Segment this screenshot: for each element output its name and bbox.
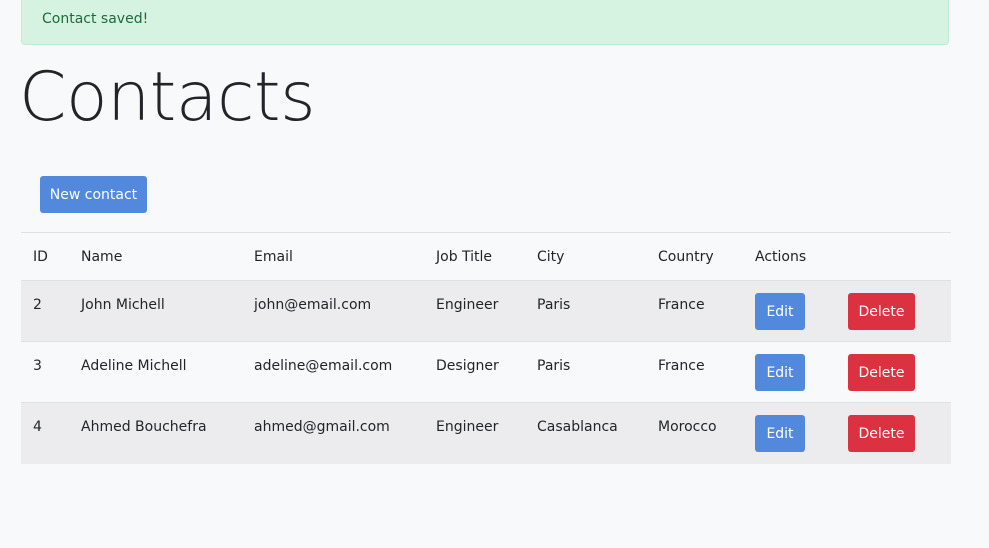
success-alert: Contact saved! bbox=[21, 0, 949, 45]
cell-name: Adeline Michell bbox=[69, 341, 242, 403]
cell-email: adeline@email.com bbox=[242, 341, 424, 403]
cell-job-title: Engineer bbox=[424, 402, 525, 464]
header-city: City bbox=[525, 232, 646, 281]
table-row: 4 Ahmed Bouchefra ahmed@gmail.com Engine… bbox=[21, 402, 951, 464]
cell-city: Paris bbox=[525, 280, 646, 342]
header-country: Country bbox=[646, 232, 743, 281]
edit-button[interactable]: Edit bbox=[755, 293, 805, 330]
cell-email: ahmed@gmail.com bbox=[242, 402, 424, 464]
delete-button[interactable]: Delete bbox=[848, 293, 915, 330]
cell-country: Morocco bbox=[646, 402, 743, 464]
new-contact-button[interactable]: New contact bbox=[40, 176, 147, 213]
edit-button[interactable]: Edit bbox=[755, 354, 805, 391]
cell-job-title: Engineer bbox=[424, 280, 525, 342]
cell-country: France bbox=[646, 280, 743, 342]
cell-name: John Michell bbox=[69, 280, 242, 342]
cell-id: 3 bbox=[21, 341, 69, 403]
header-job-title: Job Title bbox=[424, 232, 525, 281]
cell-name: Ahmed Bouchefra bbox=[69, 402, 242, 464]
header-id: ID bbox=[21, 232, 69, 281]
cell-delete: Delete bbox=[836, 341, 951, 403]
header-name: Name bbox=[69, 232, 242, 281]
header-spacer bbox=[836, 232, 951, 281]
cell-id: 4 bbox=[21, 402, 69, 464]
header-email: Email bbox=[242, 232, 424, 281]
alert-message: Contact saved! bbox=[42, 11, 149, 27]
delete-button[interactable]: Delete bbox=[848, 415, 915, 452]
cell-edit: Edit bbox=[743, 402, 836, 464]
page-title: Contacts bbox=[19, 58, 316, 137]
cell-delete: Delete bbox=[836, 280, 951, 342]
table-row: 3 Adeline Michell adeline@email.com Desi… bbox=[21, 341, 951, 403]
cell-delete: Delete bbox=[836, 402, 951, 464]
header-actions: Actions bbox=[743, 232, 836, 281]
cell-email: john@email.com bbox=[242, 280, 424, 342]
cell-city: Paris bbox=[525, 341, 646, 403]
table-row: 2 John Michell john@email.com Engineer P… bbox=[21, 280, 951, 342]
delete-button[interactable]: Delete bbox=[848, 354, 915, 391]
cell-job-title: Designer bbox=[424, 341, 525, 403]
cell-city: Casablanca bbox=[525, 402, 646, 464]
cell-edit: Edit bbox=[743, 280, 836, 342]
contacts-table: ID Name Email Job Title City Country Act… bbox=[21, 232, 951, 464]
cell-edit: Edit bbox=[743, 341, 836, 403]
cell-country: France bbox=[646, 341, 743, 403]
table-header-row: ID Name Email Job Title City Country Act… bbox=[21, 232, 951, 281]
edit-button[interactable]: Edit bbox=[755, 415, 805, 452]
cell-id: 2 bbox=[21, 280, 69, 342]
